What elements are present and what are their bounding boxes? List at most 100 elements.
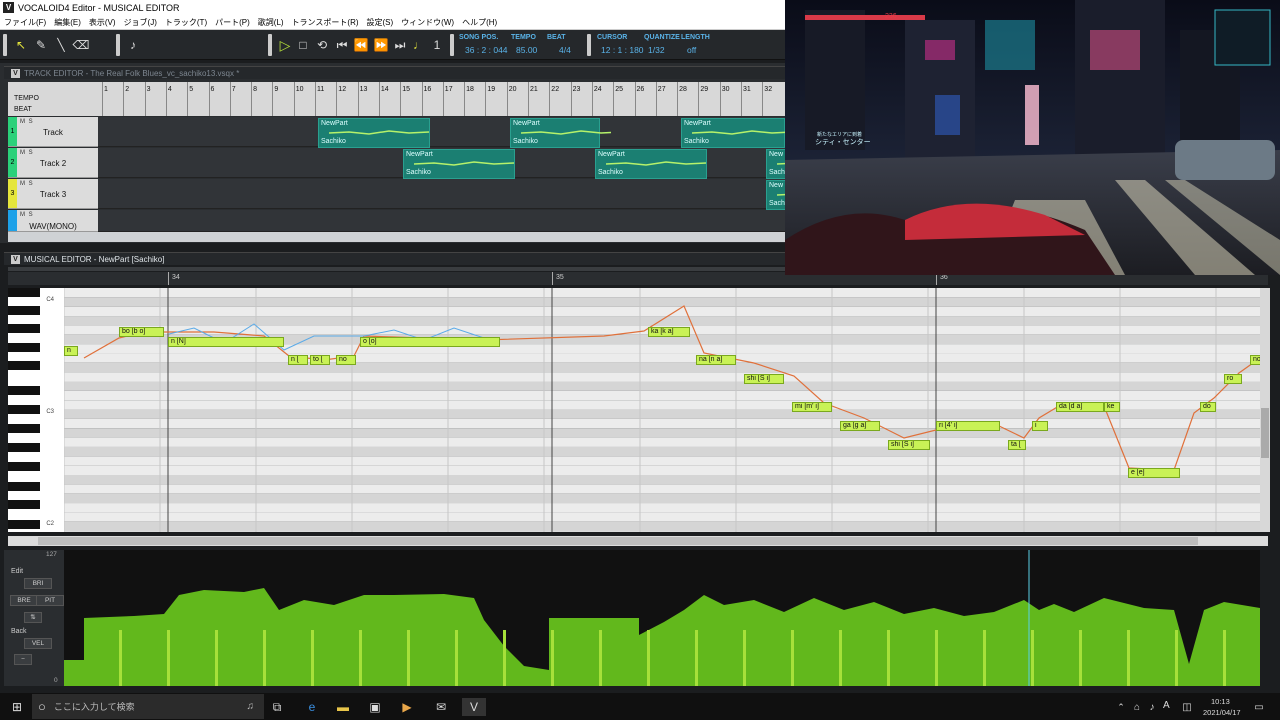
note[interactable]: n [64, 346, 78, 357]
track-header[interactable]: 3M S Track 3 [8, 179, 98, 209]
vocaloid-taskbar-icon[interactable]: V [462, 698, 486, 716]
piano-keyboard[interactable]: C4 C3 C2 [8, 288, 64, 532]
note[interactable]: ta [ [1008, 439, 1026, 450]
black-key[interactable] [8, 288, 40, 297]
track-part[interactable]: NewPart Sachiko [510, 118, 611, 148]
pencil-tool-icon[interactable]: ✎ [32, 36, 50, 54]
black-key[interactable] [8, 424, 40, 433]
menu-item[interactable]: ウィンドウ(W) [401, 17, 454, 28]
pit-button[interactable]: PIT [36, 595, 64, 606]
note[interactable]: no [336, 355, 356, 366]
menu-item[interactable]: トラック(T) [165, 17, 207, 28]
play-button[interactable]: ▷ [276, 36, 294, 54]
black-key[interactable] [8, 361, 40, 370]
note[interactable]: ri [4' i] [936, 420, 1000, 431]
forward-button[interactable]: ⏩ [372, 36, 390, 54]
velocity-bar[interactable] [791, 630, 794, 686]
note[interactable]: o [o] [360, 336, 500, 347]
realtime-input-icon[interactable]: ♪ [124, 36, 142, 54]
track-lane[interactable] [98, 210, 785, 232]
track-header[interactable]: 1M S Track [8, 117, 98, 147]
menu-item[interactable]: 設定(S) [367, 17, 394, 28]
minus-button[interactable]: − [14, 654, 32, 665]
track-part[interactable]: New Sach [766, 180, 797, 210]
menu-item[interactable]: ジョブ(J) [124, 17, 157, 28]
velocity-bar[interactable] [551, 630, 554, 686]
ime-indicator[interactable]: A [1163, 700, 1170, 711]
note[interactable]: ro [1224, 374, 1242, 385]
media-icon[interactable]: ▶ [398, 698, 416, 716]
note[interactable]: n [ [288, 355, 308, 366]
microphone-icon[interactable]: ♫ [247, 701, 255, 712]
note[interactable]: e [e] [1128, 467, 1180, 478]
velocity-bar[interactable] [935, 630, 938, 686]
stop-button[interactable]: □ [294, 36, 312, 54]
piano-roll-vscroll[interactable] [1260, 288, 1270, 532]
back-param-select[interactable]: VEL [24, 638, 52, 649]
note[interactable]: shi [S i] [744, 374, 784, 385]
track-ruler[interactable]: TEMPO BEAT 1 2 3 4 5 6 7 8 9 10 11 12 13 14 15 16 17 18 19… [8, 82, 785, 116]
note[interactable]: da [d a] [1056, 402, 1104, 413]
loop-button[interactable]: ⟲ [313, 36, 331, 54]
velocity-bar[interactable] [743, 630, 746, 686]
track-header[interactable]: M S WAV(MONO) [8, 210, 98, 232]
rewind-start-button[interactable]: ⏮ [333, 36, 351, 54]
note[interactable]: do [1200, 402, 1216, 413]
length-select[interactable]: off [687, 45, 696, 55]
velocity-bar[interactable] [311, 630, 314, 686]
menu-item[interactable]: 編集(E) [54, 17, 81, 28]
velocity-bar[interactable] [983, 630, 986, 686]
velocity-bar[interactable] [599, 630, 602, 686]
note[interactable]: no [1250, 355, 1260, 366]
black-key[interactable] [8, 462, 40, 471]
note[interactable]: ka [k a] [648, 327, 690, 338]
black-key[interactable] [8, 386, 40, 395]
arrow-tool-icon[interactable]: ↖ [12, 36, 30, 54]
task-view-icon[interactable]: ⧉ [268, 698, 286, 716]
line-tool-icon[interactable]: ╲ [52, 36, 70, 54]
menu-item[interactable]: 表示(V) [89, 17, 116, 28]
clock-date[interactable]: 2021/04/17 [1203, 708, 1241, 717]
velocity-bar[interactable] [1175, 630, 1178, 686]
track-editor-hscroll[interactable] [8, 232, 785, 242]
mute-solo-buttons[interactable]: M S [20, 119, 34, 125]
black-key[interactable] [8, 405, 40, 414]
toolbar-grip[interactable] [450, 34, 454, 56]
velocity-bar[interactable] [119, 630, 122, 686]
velocity-bar[interactable] [647, 630, 650, 686]
velocity-bar[interactable] [359, 630, 362, 686]
mute-solo-buttons[interactable]: M S [20, 181, 34, 187]
mute-solo-buttons[interactable]: M S [20, 212, 34, 218]
note[interactable]: mi [m' i] [792, 402, 832, 413]
toolbar-grip[interactable] [3, 34, 7, 56]
menu-item[interactable]: 歌詞(L) [258, 17, 284, 28]
black-key[interactable] [8, 324, 40, 333]
click-icon[interactable]: 1 [428, 36, 446, 54]
note[interactable]: ke [1104, 402, 1120, 413]
ime-icon[interactable]: ◫ [1178, 698, 1196, 716]
collapse-toggle-icon[interactable]: V [11, 68, 20, 78]
beat-value[interactable]: 4/4 [559, 45, 571, 55]
menu-item[interactable]: パート(P) [215, 17, 250, 28]
eraser-tool-icon[interactable]: ⌫ [72, 36, 90, 54]
velocity-bar[interactable] [215, 630, 218, 686]
track-part[interactable]: New Sachiko [766, 149, 797, 179]
note[interactable]: to [ [310, 355, 330, 366]
toolbar-grip[interactable] [268, 34, 272, 56]
notification-icon[interactable]: ▭ [1250, 698, 1268, 716]
track-part[interactable]: NewPart Sachiko [318, 118, 430, 148]
black-key[interactable] [8, 520, 40, 529]
velocity-bar[interactable] [167, 630, 170, 686]
tempo-value[interactable]: 85.00 [516, 45, 537, 55]
edit-param-select[interactable]: BRI [24, 578, 52, 589]
edge-browser-icon[interactable]: e [303, 698, 321, 716]
velocity-bar[interactable] [839, 630, 842, 686]
note[interactable]: i [1032, 420, 1048, 431]
velocity-bar[interactable] [887, 630, 890, 686]
velocity-bar[interactable] [1127, 630, 1130, 686]
swap-icon[interactable]: ⇅ [24, 612, 42, 623]
note[interactable]: bo [b o] [119, 327, 164, 338]
black-key[interactable] [8, 443, 40, 452]
mail-icon[interactable]: ✉ [432, 698, 450, 716]
metronome-icon[interactable]: ♩ [410, 36, 428, 54]
